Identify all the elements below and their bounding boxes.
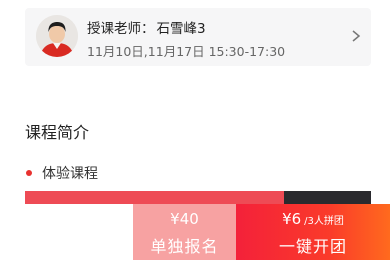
teacher-avatar	[36, 15, 78, 57]
intro-banner-dark-area	[284, 191, 371, 205]
course-type-label: 体验课程	[42, 166, 98, 182]
group-price-line: ¥6/3人拼团	[236, 210, 390, 228]
single-enroll-button[interactable]: ¥40 单独报名	[133, 204, 236, 260]
bullet-dot	[26, 170, 32, 176]
single-enroll-label: 单独报名	[150, 237, 219, 256]
start-group-button[interactable]: ¥6/3人拼团 一键开团	[236, 204, 390, 260]
teacher-label: 授课老师：	[87, 21, 155, 37]
course-detail-page: 授课老师： 石雪峰3 11月10日,11月17日 15:30-17:30 课程简介…	[0, 0, 390, 260]
teacher-info: 授课老师： 石雪峰3	[87, 17, 206, 37]
class-schedule: 11月10日,11月17日 15:30-17:30	[87, 44, 286, 59]
start-group-label: 一键开团	[278, 237, 347, 256]
teacher-name: 石雪峰3	[156, 21, 206, 37]
group-price: ¥6	[282, 210, 302, 228]
teacher-card[interactable]: 授课老师： 石雪峰3 11月10日,11月17日 15:30-17:30	[25, 8, 371, 66]
chevron-right-icon[interactable]	[349, 28, 363, 44]
group-size-note: /3人拼团	[304, 216, 344, 227]
single-price: ¥40	[170, 210, 199, 228]
section-title: 课程简介	[25, 123, 90, 142]
